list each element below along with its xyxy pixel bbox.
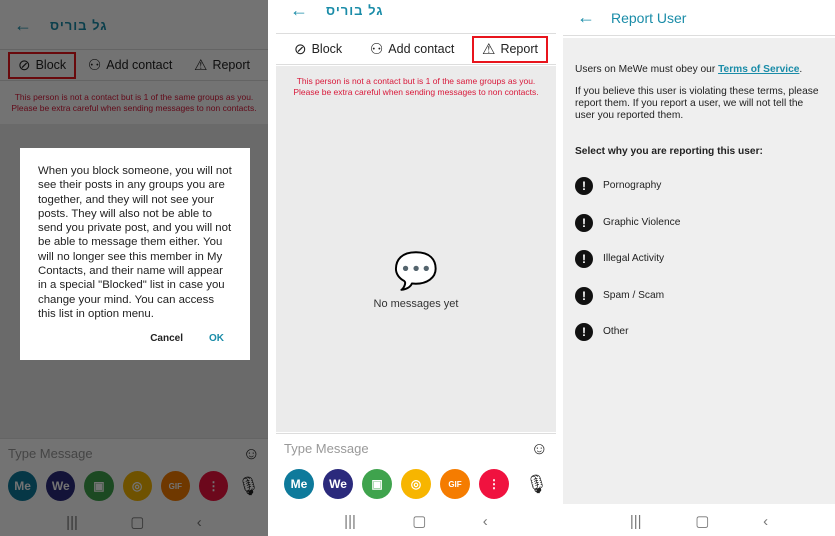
recent-apps-icon[interactable]: ||| bbox=[344, 513, 356, 530]
exclamation-icon: ! bbox=[575, 286, 593, 305]
empty-state: 💬 No messages yet bbox=[276, 250, 556, 310]
reason-item[interactable]: ! Other bbox=[575, 314, 823, 351]
reason-item[interactable]: ! Graphic Violence bbox=[575, 205, 823, 242]
exclamation-icon: ! bbox=[575, 250, 593, 269]
reason-label: Pornography bbox=[603, 180, 662, 192]
camera-icon: ◎ bbox=[410, 477, 422, 491]
report-intro: Users on MeWe must obey our Terms of Ser… bbox=[575, 64, 823, 76]
report-header: ← Report User bbox=[563, 0, 835, 36]
chat-area bbox=[276, 66, 556, 432]
more-icon: ⋮ bbox=[488, 477, 500, 491]
microphone-icon[interactable]: 🎙 bbox=[525, 474, 548, 495]
home-icon[interactable]: ▢ bbox=[695, 512, 709, 530]
terms-of-service-link[interactable]: Terms of Service bbox=[718, 64, 799, 75]
block-dialog: When you block someone, you will not see… bbox=[20, 148, 250, 360]
contact-toolbar: ⊘ Block ⚇ Add contact ⚠ Report bbox=[276, 33, 556, 65]
block-dialog-screen: ← גל בוריס ⊘Block ⚇Add contact ⚠Report T… bbox=[0, 0, 268, 536]
warning-icon: ⚠ bbox=[482, 40, 496, 58]
nav-back-icon[interactable]: ‹ bbox=[483, 513, 488, 530]
image-icon: ▣ bbox=[371, 477, 383, 491]
reason-label: Illegal Activity bbox=[603, 253, 665, 265]
back-arrow-icon[interactable]: ← bbox=[290, 0, 308, 21]
camera-button[interactable]: ◎ bbox=[401, 469, 431, 499]
report-explanation: If you believe this user is violating th… bbox=[575, 86, 819, 121]
chat-screen: ← גל בוריס ⊘ Block ⚇ Add contact ⚠ Report T… bbox=[276, 0, 556, 536]
contact-name: גל בוריס bbox=[326, 2, 384, 18]
exclamation-icon: ! bbox=[575, 323, 593, 342]
add-contact-label: Add contact bbox=[388, 42, 455, 56]
reason-label: Graphic Violence bbox=[603, 216, 681, 228]
compose-buttons: Me We ▣ ◎ GIF ⋮ 🎙 bbox=[284, 469, 548, 499]
recent-apps-icon[interactable]: ||| bbox=[630, 513, 642, 530]
system-nav: ||| ▢ ‹ bbox=[563, 506, 835, 536]
gif-button[interactable]: GIF bbox=[440, 469, 470, 499]
image-button[interactable]: ▣ bbox=[362, 469, 392, 499]
add-contact-button[interactable]: ⚇ Add contact bbox=[360, 36, 464, 63]
back-arrow-icon[interactable]: ← bbox=[577, 7, 595, 28]
reason-item[interactable]: ! Spam / Scam bbox=[575, 278, 823, 315]
select-reason-heading: Select why you are reporting this user: bbox=[575, 146, 763, 157]
chat-header: ← גל בוריס bbox=[276, 0, 556, 25]
add-person-icon: ⚇ bbox=[369, 40, 384, 58]
reason-list: ! Pornography! Graphic Violence! Illegal Ac… bbox=[575, 168, 823, 351]
report-label: Report bbox=[500, 42, 538, 56]
emoji-icon[interactable]: ☺ bbox=[531, 439, 548, 459]
reason-label: Spam / Scam bbox=[603, 289, 665, 301]
exclamation-icon: ! bbox=[575, 213, 593, 232]
intro-text: Users on MeWe must obey our bbox=[575, 64, 719, 75]
page-title: Report User bbox=[611, 9, 687, 26]
reason-item[interactable]: ! Illegal Activity bbox=[575, 241, 823, 278]
message-input[interactable]: Type Message ☺ bbox=[276, 433, 556, 463]
reason-item[interactable]: ! Pornography bbox=[575, 168, 823, 205]
intro-suffix: . bbox=[799, 64, 803, 75]
report-body: Users on MeWe must obey our Terms of Ser… bbox=[563, 38, 835, 504]
non-contact-warning: This person is not a contact but is 1 of… bbox=[293, 76, 539, 97]
exclamation-icon: ! bbox=[575, 177, 593, 196]
block-icon: ⊘ bbox=[294, 40, 307, 58]
block-dialog-text: When you block someone, you will not see… bbox=[38, 165, 232, 320]
nav-back-icon[interactable]: ‹ bbox=[763, 513, 768, 530]
empty-state-text: No messages yet bbox=[373, 298, 459, 310]
we-button[interactable]: We bbox=[323, 469, 353, 499]
system-nav: ||| ▢ ‹ bbox=[276, 506, 556, 536]
report-button[interactable]: ⚠ Report bbox=[472, 35, 548, 63]
reason-label: Other bbox=[603, 326, 629, 338]
home-icon[interactable]: ▢ bbox=[412, 512, 426, 530]
ok-button[interactable]: OK bbox=[209, 332, 224, 346]
more-button[interactable]: ⋮ bbox=[479, 469, 509, 499]
cancel-button[interactable]: Cancel bbox=[150, 332, 183, 346]
message-placeholder: Type Message bbox=[284, 441, 369, 456]
chat-bubbles-icon: 💬 bbox=[393, 250, 439, 291]
block-button[interactable]: ⊘ Block bbox=[284, 36, 352, 63]
block-label: Block bbox=[311, 42, 343, 56]
me-button[interactable]: Me bbox=[284, 469, 314, 499]
report-user-screen: ← Report User Users on MeWe must obey ou… bbox=[563, 0, 835, 536]
